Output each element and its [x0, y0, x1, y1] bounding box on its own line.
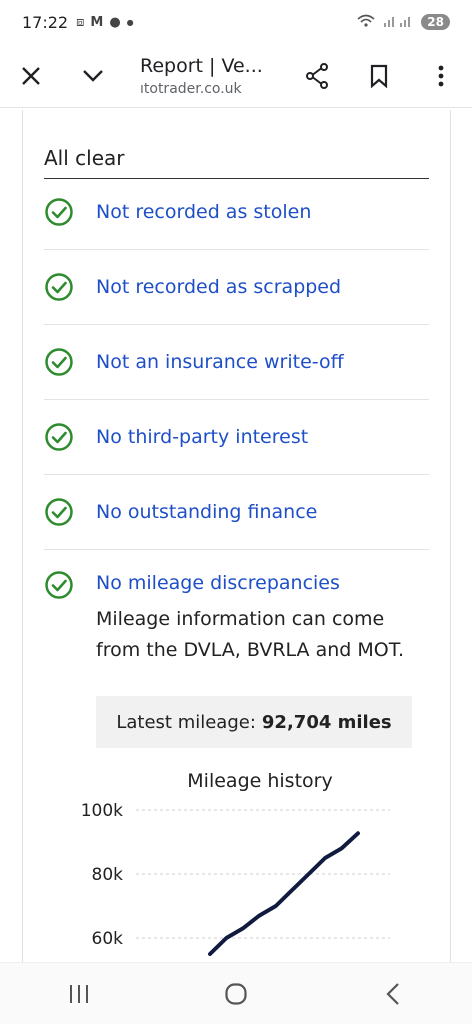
- check-item-scrapped[interactable]: Not recorded as scrapped: [44, 250, 429, 325]
- back-button[interactable]: [353, 969, 433, 1019]
- more-options-button[interactable]: [410, 44, 472, 108]
- check-circle-icon: [45, 571, 73, 599]
- close-button[interactable]: [0, 44, 62, 108]
- recent-apps-button[interactable]: [39, 969, 119, 1019]
- card-left-border: [22, 110, 23, 962]
- page-title-area[interactable]: Report | Ve... ıtotrader.co.uk: [124, 55, 286, 97]
- latest-mileage-label: Latest mileage:: [116, 711, 256, 733]
- checks-list: Not recorded as stolen Not recorded as s…: [44, 175, 429, 666]
- check-label[interactable]: No third-party interest: [96, 426, 308, 448]
- home-icon: [225, 982, 247, 1005]
- recent-apps-icon: [69, 984, 88, 1003]
- signal-icon: [383, 13, 413, 32]
- mileage-note: Mileage information can come from the DV…: [96, 608, 405, 661]
- status-time: 17:22: [22, 12, 69, 32]
- more-vert-icon: [438, 65, 444, 86]
- check-circle-icon: [45, 198, 73, 226]
- check-circle-icon: [45, 348, 73, 376]
- chart-title: Mileage history: [187, 770, 333, 792]
- y-tick-label: 60k: [92, 929, 124, 949]
- page-url: ıtotrader.co.uk: [140, 80, 242, 97]
- close-icon: [22, 66, 40, 85]
- latest-mileage-box: Latest mileage: 92,704 miles: [96, 696, 412, 748]
- check-circle-icon: [45, 423, 73, 451]
- check-label[interactable]: Not recorded as scrapped: [96, 276, 341, 298]
- collapse-button[interactable]: [62, 44, 124, 108]
- check-circle-icon: [45, 498, 73, 526]
- check-label[interactable]: No mileage discrepancies: [96, 572, 429, 594]
- bookmark-icon: [370, 64, 388, 88]
- notification-icons: ⧈ M ● ●: [76, 15, 134, 30]
- y-tick-label: 80k: [92, 865, 124, 885]
- check-label[interactable]: Not recorded as stolen: [96, 201, 311, 223]
- status-bar: 17:22 ⧈ M ● ● 28: [0, 0, 472, 44]
- page-title: Report | Ve...: [140, 54, 263, 77]
- mileage-history-chart: 100k 80k 60k: [81, 801, 390, 956]
- check-item-finance[interactable]: No outstanding finance: [44, 475, 429, 550]
- dot-icon: ●: [126, 17, 134, 27]
- browser-toolbar: Report | Ve... ıtotrader.co.uk: [0, 44, 472, 108]
- share-button[interactable]: [286, 44, 348, 108]
- card-right-border: [450, 110, 451, 962]
- battery-indicator: 28: [421, 14, 450, 30]
- system-navigation-bar: [0, 962, 472, 1024]
- latest-mileage-value: 92,704 miles: [261, 711, 392, 733]
- screenshot-icon: ⧈: [76, 14, 85, 30]
- check-item-write-off[interactable]: Not an insurance write-off: [44, 325, 429, 400]
- check-label[interactable]: Not an insurance write-off: [96, 351, 344, 373]
- mileage-series-line: [208, 831, 360, 956]
- back-icon: [386, 982, 400, 1005]
- check-label[interactable]: No outstanding finance: [96, 501, 317, 523]
- share-icon: [306, 62, 328, 89]
- chat-icon: ●: [109, 14, 121, 30]
- check-item-mileage[interactable]: No mileage discrepancies Mileage informa…: [44, 550, 429, 666]
- wifi-icon: [357, 13, 375, 32]
- gmail-icon: M: [90, 14, 104, 30]
- check-item-stolen[interactable]: Not recorded as stolen: [44, 175, 429, 250]
- check-circle-icon: [45, 273, 73, 301]
- y-tick-label: 100k: [81, 801, 123, 821]
- chevron-down-icon: [83, 69, 103, 82]
- home-button[interactable]: [196, 969, 276, 1019]
- check-item-third-party[interactable]: No third-party interest: [44, 400, 429, 475]
- bookmark-button[interactable]: [348, 44, 410, 108]
- page-content[interactable]: All clear Not recorded as stolen Not rec…: [0, 110, 472, 962]
